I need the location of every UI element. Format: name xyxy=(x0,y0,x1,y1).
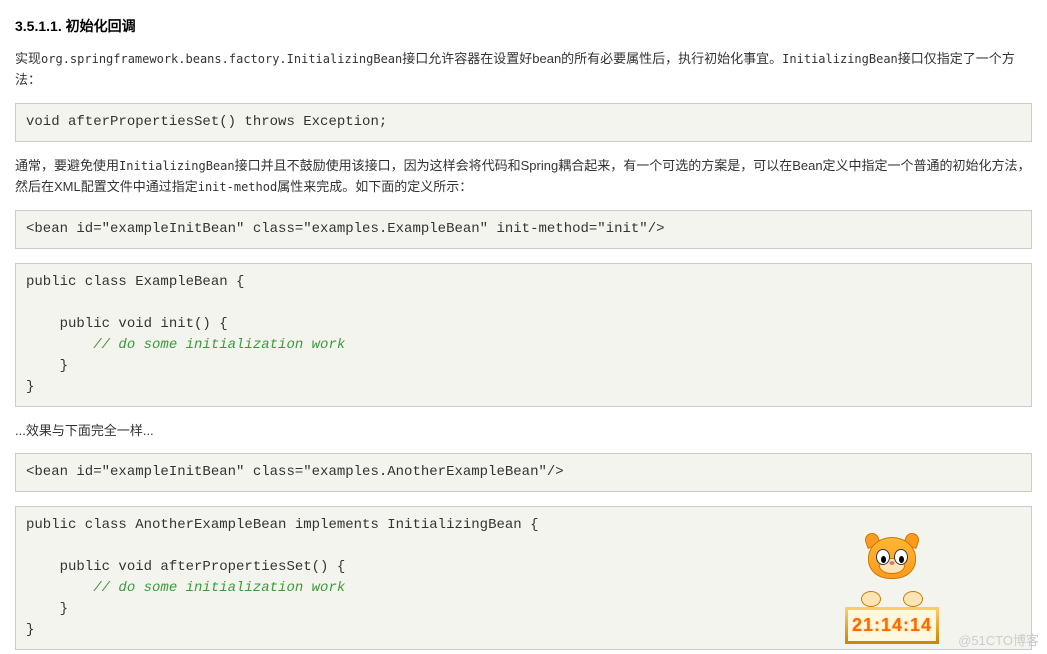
para1-code2: InitializingBean xyxy=(782,52,898,66)
watermark: @51CTO博客 xyxy=(958,631,1039,652)
code-block-3: public class ExampleBean { public void i… xyxy=(15,263,1032,407)
c5-l1: public class AnotherExampleBean implemen… xyxy=(26,517,538,533)
garfield-clock-widget: 21:14:14 xyxy=(837,535,947,644)
para2-mid2: 属性来完成。如下面的定义所示： xyxy=(277,179,472,194)
c3-l6: } xyxy=(26,379,34,395)
c5-l5: } xyxy=(26,601,68,617)
c5-comment: // do some initialization work xyxy=(26,580,345,596)
paragraph-3: ...效果与下面完全一样... xyxy=(15,421,1032,442)
section-heading: 3.5.1.1. 初始化回调 xyxy=(15,15,1032,37)
c5-l6: } xyxy=(26,622,34,638)
paragraph-2: 通常，要避免使用InitializingBean接口并且不鼓励使用该接口，因为这… xyxy=(15,156,1032,198)
clock-display: 21:14:14 xyxy=(845,607,939,644)
c3-l3: public void init() { xyxy=(26,316,228,332)
c3-l5: } xyxy=(26,358,68,374)
para1-mid: 接口允许容器在设置好bean的所有必要属性后，执行初始化事宜。 xyxy=(402,51,782,66)
code-block-1: void afterPropertiesSet() throws Excepti… xyxy=(15,103,1032,142)
code-block-4: <bean id="exampleInitBean" class="exampl… xyxy=(15,453,1032,492)
para2-c1: InitializingBean xyxy=(119,159,235,173)
para1-pre: 实现 xyxy=(15,51,41,66)
para1-code1: org.springframework.beans.factory.Initia… xyxy=(41,52,402,66)
c3-comment: // do some initialization work xyxy=(26,337,345,353)
garfield-icon xyxy=(847,535,937,605)
c5-l3: public void afterPropertiesSet() { xyxy=(26,559,345,575)
c3-l1: public class ExampleBean { xyxy=(26,274,244,290)
code-block-2: <bean id="exampleInitBean" class="exampl… xyxy=(15,210,1032,249)
para2-c2: init-method xyxy=(198,180,277,194)
paragraph-1: 实现org.springframework.beans.factory.Init… xyxy=(15,49,1032,91)
para2-pre: 通常，要避免使用 xyxy=(15,158,119,173)
